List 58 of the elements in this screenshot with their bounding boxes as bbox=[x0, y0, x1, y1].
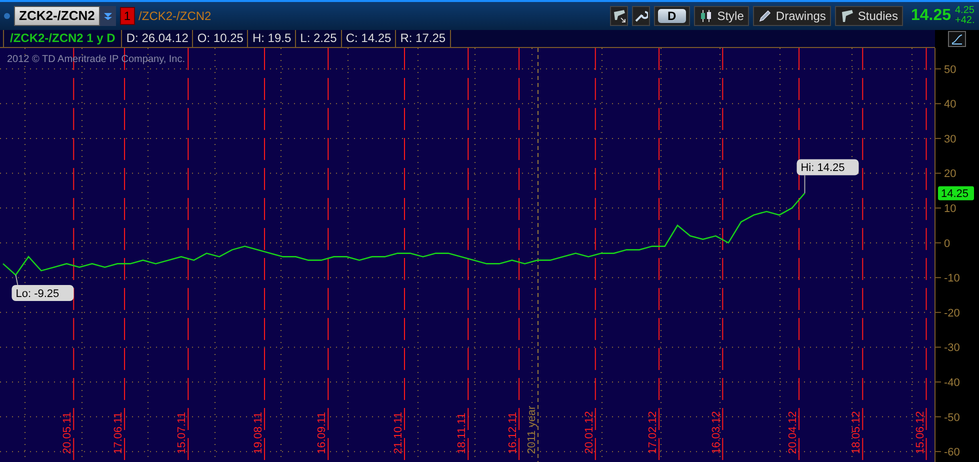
dropdown-button[interactable] bbox=[100, 6, 116, 26]
symbol-field[interactable]: ZCK2-/ZCN2 bbox=[14, 6, 100, 26]
change-value: 4.25 bbox=[955, 6, 975, 16]
axis-label: 40 bbox=[944, 98, 956, 111]
date-label: 18.05.12 bbox=[850, 411, 863, 454]
axis-label: -10 bbox=[944, 272, 960, 285]
date-label: 20.01.12 bbox=[583, 411, 596, 454]
axis-label: -50 bbox=[944, 412, 960, 424]
date-label: 15.07.11 bbox=[176, 412, 188, 454]
date-label: 16.12.11 bbox=[507, 412, 520, 454]
candlestick-icon bbox=[699, 9, 714, 23]
change-percent: +42. bbox=[955, 16, 975, 26]
date-label: 17.06.11 bbox=[112, 412, 125, 454]
date-label: 20.04.12 bbox=[787, 411, 800, 454]
ohlc-value: D: 26.04.12 bbox=[122, 30, 194, 47]
chart-title: /ZCK2-/ZCN2 1 y D bbox=[3, 30, 122, 47]
wrench-icon bbox=[634, 9, 648, 23]
date-label: 21.10.11 bbox=[392, 412, 404, 454]
settings-button[interactable] bbox=[632, 6, 650, 26]
ohlc-value: H: 19.5 bbox=[248, 30, 296, 47]
extreme-callout: Hi: 14.25 bbox=[796, 159, 859, 194]
axis-label: 20 bbox=[944, 168, 956, 180]
toolbar-button[interactable]: Style bbox=[694, 6, 749, 26]
date-label: 15.06.12 bbox=[914, 411, 926, 454]
extreme-callout: Lo: -9.25 bbox=[12, 274, 74, 301]
axis-label: -20 bbox=[944, 307, 960, 320]
date-label: 17.02.12 bbox=[647, 411, 660, 454]
axis-label: -60 bbox=[944, 446, 960, 459]
annotation: Lo: -9.25 bbox=[16, 288, 60, 300]
axis-label: 50 bbox=[944, 64, 956, 76]
date-label: 18.11.11 bbox=[456, 412, 468, 454]
ohlc-value: O: 10.25 bbox=[193, 30, 248, 47]
date-label: 16.03.12 bbox=[710, 411, 723, 454]
curve-button[interactable] bbox=[948, 31, 966, 47]
toolbar-button[interactable]: Drawings bbox=[752, 6, 831, 26]
price-tag: 14.25 bbox=[938, 186, 974, 200]
symbol-caption: /ZCK2-/ZCN2 bbox=[138, 8, 212, 25]
ohlc-value: C: 14.25 bbox=[342, 30, 396, 47]
period-button[interactable]: D bbox=[654, 6, 690, 26]
date-label: 20.05.11 bbox=[62, 412, 74, 454]
year-label: 2011 year bbox=[526, 406, 538, 454]
toolbar-button[interactable]: Studies bbox=[834, 6, 903, 26]
link-badge[interactable]: 1 bbox=[120, 7, 135, 25]
date-label: 19.08.11 bbox=[252, 412, 265, 454]
pencil-icon bbox=[758, 9, 772, 23]
axis-label: -30 bbox=[944, 342, 960, 354]
expand-button[interactable] bbox=[610, 6, 628, 26]
ohlc-value: R: 17.25 bbox=[396, 30, 451, 47]
curve-icon bbox=[951, 33, 963, 45]
date-label: 16.09.11 bbox=[316, 412, 328, 454]
axis-label: 10 bbox=[944, 203, 956, 216]
axis-label: 30 bbox=[944, 133, 956, 146]
annotation: Hi: 14.25 bbox=[800, 162, 845, 174]
axis-label: 0 bbox=[944, 238, 950, 250]
axis-label: -40 bbox=[944, 376, 960, 389]
caret-down-icon bbox=[102, 11, 113, 21]
ohlc-value: L: 2.25 bbox=[296, 30, 342, 47]
last-price: 14.25 bbox=[910, 6, 951, 26]
